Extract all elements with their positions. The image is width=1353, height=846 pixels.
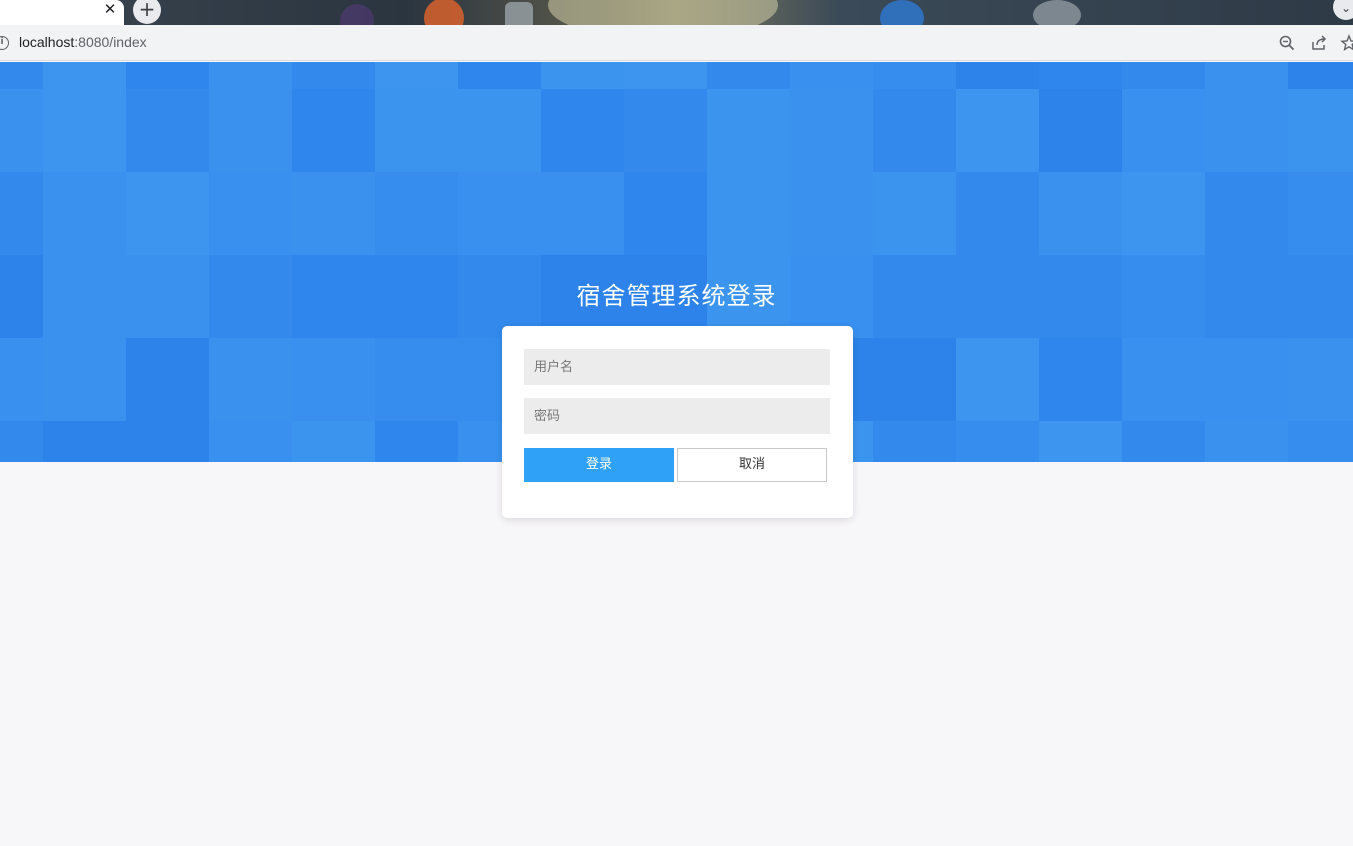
mosaic-tile [873, 421, 956, 462]
mosaic-tile [0, 172, 43, 255]
browser-tab-strip: ✕ + ⌄ [0, 0, 1353, 25]
mosaic-tile [43, 62, 126, 89]
mosaic-tile [1039, 172, 1122, 255]
mosaic-tile [126, 89, 209, 172]
zoom-icon[interactable] [1278, 34, 1296, 52]
url-field[interactable]: localhost:8080/index [19, 34, 147, 50]
mosaic-tile [1288, 421, 1353, 462]
mosaic-tile [1039, 421, 1122, 462]
mosaic-tile [956, 421, 1039, 462]
mosaic-tile [1288, 62, 1353, 89]
mosaic-tile [292, 172, 375, 255]
mosaic-tile [43, 172, 126, 255]
mosaic-tile [1122, 421, 1205, 462]
mosaic-tile [790, 172, 873, 255]
new-tab-button[interactable]: + [133, 0, 161, 24]
site-info-icon[interactable]: i [0, 36, 9, 50]
mosaic-tile [126, 172, 209, 255]
mosaic-tile [126, 338, 209, 421]
mosaic-tile [292, 338, 375, 421]
mosaic-tile [209, 172, 292, 255]
login-button[interactable]: 登录 [524, 448, 674, 482]
page-body: 宿舍管理系统登录 登录 取消 [0, 62, 1353, 846]
password-input[interactable] [524, 398, 830, 434]
mosaic-tile [541, 172, 624, 255]
mosaic-tile [541, 89, 624, 172]
mosaic-tile [292, 62, 375, 89]
mosaic-tile [1205, 62, 1288, 89]
mosaic-tile [0, 338, 43, 421]
mosaic-tile [126, 62, 209, 89]
mosaic-tile [375, 421, 458, 462]
mosaic-tile [1122, 62, 1205, 89]
mosaic-tile [707, 62, 790, 89]
bookmark-star-icon[interactable] [1340, 34, 1353, 52]
mosaic-tile [209, 421, 292, 462]
url-host: localhost [19, 34, 75, 50]
mosaic-tile [1122, 89, 1205, 172]
mosaic-tile [790, 62, 873, 89]
mosaic-tile [956, 338, 1039, 421]
mosaic-tile [624, 62, 707, 89]
login-card: 登录 取消 [502, 326, 853, 518]
mosaic-tile [292, 421, 375, 462]
mosaic-tile [43, 421, 126, 462]
mosaic-tile [956, 89, 1039, 172]
page-title: 宿舍管理系统登录 [576, 282, 777, 310]
mosaic-tile [1288, 338, 1353, 421]
tab-search-button[interactable]: ⌄ [1333, 0, 1353, 20]
mosaic-tile [375, 172, 458, 255]
mosaic-tile [458, 62, 541, 89]
mosaic-tile [43, 338, 126, 421]
mosaic-tile [1288, 89, 1353, 172]
url-path: :8080/index [74, 34, 147, 50]
share-icon[interactable] [1310, 34, 1328, 52]
mosaic-tile [790, 89, 873, 172]
mosaic-tile [375, 338, 458, 421]
mosaic-tile [0, 89, 43, 172]
mosaic-tile [1039, 62, 1122, 89]
mosaic-tile [624, 89, 707, 172]
mosaic-tile [1039, 89, 1122, 172]
mosaic-tile [873, 338, 956, 421]
mosaic-tile [209, 89, 292, 172]
mosaic-tile [458, 172, 541, 255]
mosaic-tile [707, 89, 790, 172]
mosaic-tile [1039, 338, 1122, 421]
mosaic-tile [1205, 172, 1288, 255]
mosaic-tile [209, 62, 292, 89]
mosaic-tile [375, 62, 458, 89]
username-input[interactable] [524, 349, 830, 385]
mosaic-tile [956, 62, 1039, 89]
mosaic-tile [43, 89, 126, 172]
mosaic-tile [209, 338, 292, 421]
mosaic-tile [458, 89, 541, 172]
mosaic-tile [707, 172, 790, 255]
mosaic-tile [375, 89, 458, 172]
mosaic-tile [292, 89, 375, 172]
mosaic-tile [1122, 172, 1205, 255]
mosaic-tile [1205, 421, 1288, 462]
close-tab-icon[interactable]: ✕ [102, 1, 118, 17]
mosaic-tile [873, 62, 956, 89]
mosaic-tile [0, 62, 43, 89]
mosaic-tile [126, 421, 209, 462]
mosaic-tile [1288, 172, 1353, 255]
active-tab[interactable]: ✕ [0, 0, 124, 25]
address-bar: i localhost:8080/index [0, 25, 1353, 61]
mosaic-tile [624, 172, 707, 255]
mosaic-tile [956, 172, 1039, 255]
mosaic-tile [0, 421, 43, 462]
mosaic-tile [1205, 338, 1288, 421]
mosaic-tile [1205, 89, 1288, 172]
mosaic-tile [1122, 338, 1205, 421]
mosaic-tile [873, 172, 956, 255]
mosaic-tile [541, 62, 624, 89]
cancel-button[interactable]: 取消 [677, 448, 827, 482]
mosaic-tile [873, 89, 956, 172]
